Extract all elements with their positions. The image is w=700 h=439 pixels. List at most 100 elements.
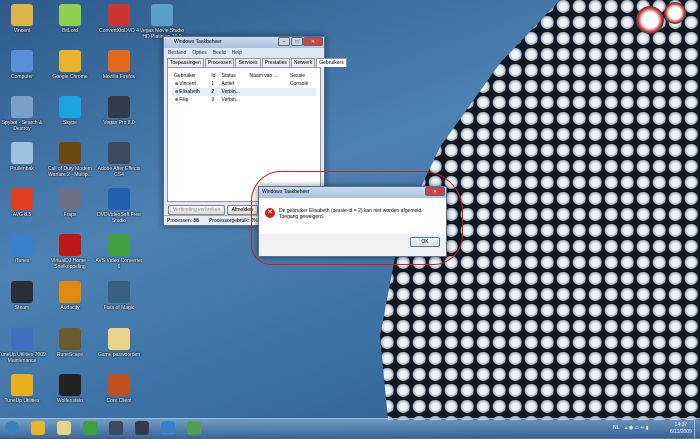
table-cell: Console bbox=[288, 80, 316, 88]
maximize-button[interactable]: □ bbox=[291, 37, 303, 46]
desktop-icon[interactable]: iTunes bbox=[0, 234, 46, 264]
app-icon bbox=[59, 142, 81, 164]
disconnect-button[interactable]: Verbinding verbreken bbox=[168, 205, 226, 215]
desktop-icon[interactable]: VirtualDJ Home - Snelkoppeling bbox=[46, 234, 94, 270]
cell-text: Verbin... bbox=[221, 89, 240, 95]
desktop-icon[interactable]: Core Client bbox=[95, 374, 143, 404]
clock-time: 14:37 bbox=[674, 422, 688, 428]
taskbar-taskmgr-icon[interactable] bbox=[187, 421, 201, 435]
desktop-icon[interactable]: AVS Video Converter 6 bbox=[95, 234, 143, 270]
desktop-icon[interactable]: Computer bbox=[0, 50, 46, 80]
taskbar-chrome-icon[interactable] bbox=[31, 421, 45, 435]
tab-netwerk[interactable]: Netwerk bbox=[290, 58, 316, 67]
desktop-icon[interactable]: Vincent bbox=[0, 4, 46, 34]
desktop-icon[interactable]: ConvertXtoDVD 4 bbox=[95, 4, 143, 34]
desktop-icon[interactable]: Fists of Magic bbox=[95, 281, 143, 311]
desktop-icon[interactable]: TuneUp Utilities 2009 Maintenance bbox=[0, 328, 46, 364]
language-indicator[interactable]: NL bbox=[613, 425, 619, 431]
app-icon bbox=[11, 374, 33, 396]
dialog-close-button[interactable]: ✕ bbox=[425, 187, 445, 196]
icon-label: Audacity bbox=[60, 305, 80, 311]
tab-gebruikers[interactable]: Gebruikers bbox=[316, 58, 347, 67]
table-cell bbox=[248, 88, 288, 96]
column-header[interactable]: Id bbox=[209, 72, 219, 80]
desktop-icon[interactable]: Prullenbak bbox=[0, 142, 46, 172]
desktop-icon[interactable]: Spybot - Search & Destroy bbox=[0, 96, 46, 132]
desktop-icon[interactable]: Adobe After Effects CS4 bbox=[95, 142, 143, 178]
desktop-icon[interactable]: Wolfenstein bbox=[46, 374, 94, 404]
column-header[interactable]: Status bbox=[220, 72, 248, 80]
menu-item[interactable]: Beeld bbox=[213, 50, 226, 56]
clock-date: 6/11/2009 bbox=[670, 429, 692, 435]
desktop-icon[interactable]: RuneScape bbox=[46, 328, 94, 358]
minimize-button[interactable]: – bbox=[278, 37, 290, 46]
icon-label: VirtualDJ Home - Snelkoppeling bbox=[51, 258, 89, 270]
menu-item[interactable]: Opties bbox=[192, 50, 206, 56]
desktop-icon[interactable]: TuneUp Utilities bbox=[0, 374, 46, 404]
table-cell bbox=[288, 96, 316, 104]
app-icon bbox=[151, 4, 173, 26]
tray-icons[interactable]: ▴ ◉ ▭ ▪▪ ▮ bbox=[625, 425, 648, 431]
app-icon bbox=[11, 4, 33, 26]
desktop-icon[interactable]: Call of Duty Modern Warfare 2 - Multip..… bbox=[46, 142, 94, 178]
table-cell: ☻Filip bbox=[172, 96, 209, 104]
ok-button[interactable]: OK bbox=[410, 237, 440, 247]
taskbar-itunes-icon[interactable] bbox=[161, 421, 175, 435]
desktop-icon[interactable]: Skype bbox=[46, 96, 94, 126]
column-header[interactable]: Gebruiker bbox=[172, 72, 209, 80]
icon-label: Fraps bbox=[63, 212, 77, 218]
desktop-icon[interactable]: DVDVideoSoft Free Studio bbox=[95, 188, 143, 224]
taskbar-messenger-icon[interactable] bbox=[83, 421, 97, 435]
taskbar-explorer-icon[interactable] bbox=[57, 421, 71, 435]
desktop-icon[interactable]: Steam bbox=[0, 281, 46, 311]
app-icon bbox=[11, 96, 33, 118]
taskbar-after-effects-icon[interactable] bbox=[109, 421, 123, 435]
table-cell: 2 bbox=[209, 88, 219, 96]
tab-processen[interactable]: Processen bbox=[204, 58, 235, 67]
column-header[interactable]: Naam van ... bbox=[248, 72, 288, 80]
desktop-icon[interactable]: Game paswoorden bbox=[95, 328, 143, 358]
icon-label: DVDVideoSoft Free Studio bbox=[97, 212, 141, 224]
tab-toepassingen[interactable]: Toepassingen bbox=[167, 58, 204, 67]
app-icon bbox=[108, 4, 130, 26]
error-icon: ✕ bbox=[265, 208, 275, 218]
menu-item[interactable]: Bestand bbox=[168, 50, 186, 56]
error-message-detail: Toegang geweigerd. bbox=[279, 214, 325, 220]
cell-text: Actief bbox=[221, 81, 235, 87]
dialog-title-bar[interactable]: Windows Taakbeheer ✕ bbox=[259, 187, 446, 198]
taskbar-start-icon[interactable] bbox=[5, 421, 19, 435]
desktop-icon[interactable]: Google Chrome bbox=[46, 50, 94, 80]
table-row[interactable]: ☻Vincent 1 Actief Console bbox=[172, 80, 316, 88]
menu-item[interactable]: Help bbox=[232, 50, 242, 56]
icon-label: Call of Duty Modern Warfare 2 - Multip..… bbox=[47, 166, 93, 178]
table-cell: 3 bbox=[209, 96, 219, 104]
desktop-icon[interactable]: AVG 8.5 bbox=[0, 188, 46, 218]
app-icon bbox=[108, 374, 130, 396]
table-cell bbox=[288, 88, 316, 96]
gadget-meter bbox=[664, 2, 686, 24]
app-icon bbox=[11, 142, 33, 164]
column-header[interactable]: Sessie bbox=[288, 72, 316, 80]
table-cell: 1 bbox=[209, 80, 219, 88]
icon-label: AVG 8.5 bbox=[12, 212, 32, 218]
desktop-icon[interactable]: Fraps bbox=[46, 188, 94, 218]
desktop-icon[interactable]: Audacity bbox=[46, 281, 94, 311]
desktop-icon[interactable]: Vegas Movie Studio HD Platinum 10.0 bbox=[138, 4, 186, 40]
table-row[interactable]: ☻Elisabeth 2 Verbin... bbox=[172, 88, 316, 96]
tab-prestaties[interactable]: Prestaties bbox=[261, 58, 290, 67]
close-button[interactable]: ✕ bbox=[303, 37, 323, 46]
desktop-icon[interactable]: BitLord bbox=[46, 4, 94, 34]
table-row[interactable]: ☻Filip 3 Verbin... bbox=[172, 96, 316, 104]
show-desktop-button[interactable] bbox=[694, 419, 700, 439]
title-bar[interactable]: Windows Taakbeheer – □ ✕ bbox=[164, 37, 324, 48]
icon-label: Vincent bbox=[13, 28, 31, 34]
tab-services[interactable]: Services bbox=[235, 58, 261, 67]
clock[interactable]: 14:37 6/11/2009 bbox=[670, 422, 692, 436]
desktop-icon[interactable]: Vegas Pro 8.0 bbox=[95, 96, 143, 126]
icon-label: Wolfenstein bbox=[56, 398, 84, 404]
table-cell: Verbin... bbox=[220, 96, 248, 104]
table-cell: ☻Elisabeth bbox=[172, 88, 209, 96]
desktop-icon[interactable]: Mozilla Firefox bbox=[95, 50, 143, 80]
app-icon bbox=[11, 50, 33, 72]
taskbar-vegas-icon[interactable] bbox=[135, 421, 149, 435]
